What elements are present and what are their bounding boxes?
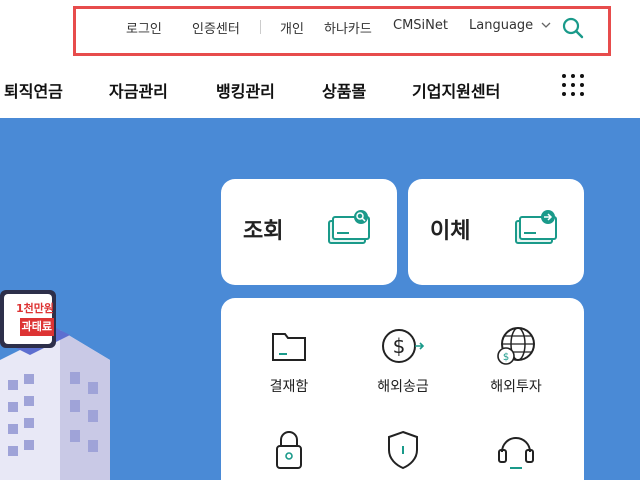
divider — [260, 20, 261, 34]
folder-icon — [272, 333, 306, 361]
card-transfer-icon — [515, 210, 557, 244]
nav-item-support-center[interactable]: 기업지원센터 — [412, 78, 500, 102]
svg-text:$: $ — [393, 334, 406, 358]
dollar-transfer-icon: $ — [382, 329, 425, 363]
shield-icon — [388, 430, 418, 470]
hana-card-link[interactable]: 하나카드 — [324, 18, 372, 37]
banner-line2: 과태료 — [19, 318, 54, 336]
banner-text: 1천만원 과태료 — [2, 300, 54, 336]
cert-center-link[interactable]: 인증센터 — [192, 18, 240, 37]
inquiry-card[interactable]: 조회 — [221, 179, 397, 285]
language-select[interactable]: Language — [469, 18, 551, 33]
chevron-down-icon — [541, 22, 551, 28]
service-security[interactable] — [234, 428, 344, 476]
nav-item-fund-mgmt[interactable]: 자금관리 — [109, 78, 168, 102]
nav-item-banking[interactable]: 뱅킹관리 — [216, 78, 275, 102]
main-nav: 퇴직연금 자금관리 뱅킹관리 상품몰 기업지원센터 — [0, 60, 640, 118]
all-menu-grid-icon[interactable] — [560, 72, 586, 98]
nav-item-pension[interactable]: 퇴직연금 — [4, 78, 63, 102]
banner-line1: 1천만원 — [15, 302, 54, 315]
service-overseas-invest[interactable]: $ 해외투자 — [461, 326, 571, 396]
service-label: 해외투자 — [490, 379, 542, 395]
service-protection[interactable] — [348, 428, 458, 476]
transfer-card[interactable]: 이체 — [408, 179, 584, 285]
nav-item-product-mall[interactable]: 상품몰 — [322, 78, 366, 102]
card-search-icon — [328, 210, 370, 244]
login-link[interactable]: 로그인 — [126, 18, 162, 37]
service-approval[interactable]: 결재함 — [234, 326, 344, 396]
globe-dollar-icon: $ — [497, 327, 535, 365]
services-card: 결재함 $ 해외송금 $ 해외투자 — [221, 298, 584, 498]
inquiry-title: 조회 — [243, 219, 284, 244]
svg-text:$: $ — [503, 352, 509, 363]
cmsinet-link[interactable]: CMSiNet — [393, 18, 448, 33]
service-support[interactable] — [461, 428, 571, 476]
top-utility-bar: 로그인 인증센터 개인 하나카드 CMSiNet Language — [0, 0, 640, 60]
search-icon[interactable] — [561, 16, 585, 40]
headset-icon — [498, 437, 534, 469]
service-label: 해외송금 — [377, 379, 429, 395]
language-label: Language — [469, 18, 534, 33]
personal-link[interactable]: 개인 — [280, 18, 304, 37]
lock-icon — [276, 431, 302, 469]
service-overseas-remit[interactable]: $ 해외송금 — [348, 326, 458, 396]
transfer-title: 이체 — [430, 219, 471, 244]
service-label: 결재함 — [269, 379, 309, 395]
